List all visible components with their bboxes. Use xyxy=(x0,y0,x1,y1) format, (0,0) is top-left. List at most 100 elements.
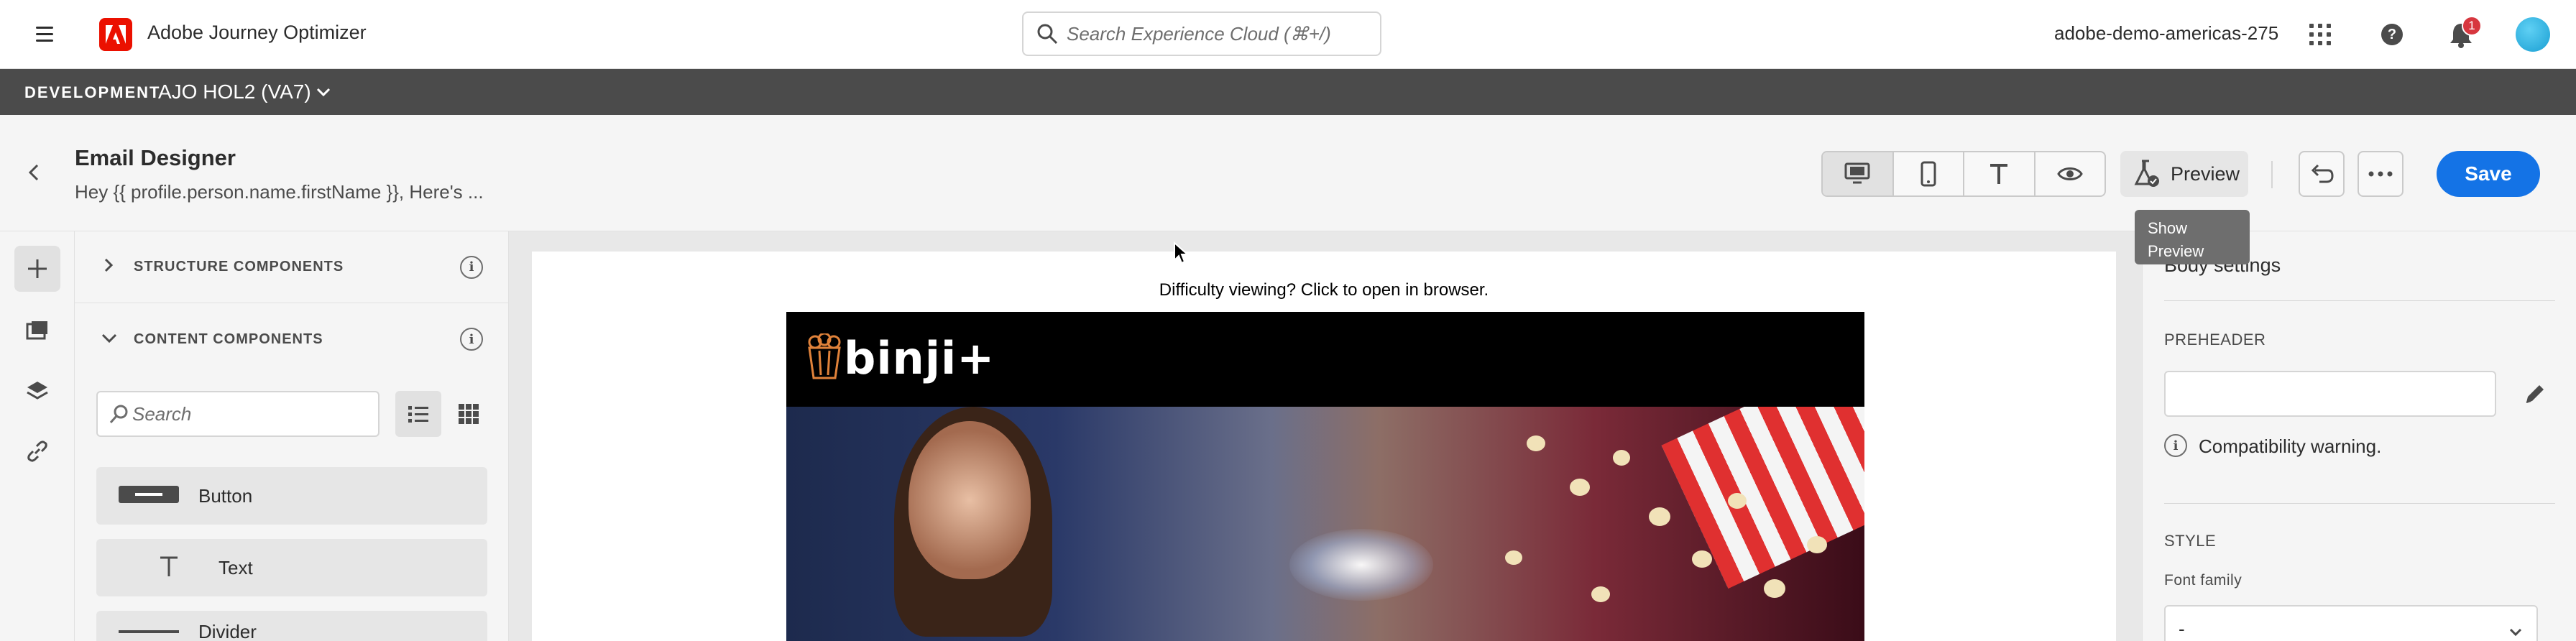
popcorn-kernel xyxy=(1591,586,1610,602)
sandbox-name[interactable]: AJO HOL2 (VA7) xyxy=(158,80,311,103)
org-switcher[interactable]: adobe-demo-americas-275 xyxy=(2054,22,2278,45)
popcorn-kernel xyxy=(1807,536,1827,553)
popcorn-kernel xyxy=(1649,507,1670,526)
text-icon xyxy=(1990,164,2008,184)
menu-icon[interactable] xyxy=(36,23,58,45)
app-name[interactable]: Adobe Journey Optimizer xyxy=(147,22,367,44)
undo-icon xyxy=(2311,164,2334,183)
popcorn-kernel xyxy=(1527,435,1545,451)
back-arrow-icon[interactable] xyxy=(24,162,45,186)
compatibility-warning: Compatibility warning. xyxy=(2199,435,2382,457)
font-family-label: Font family xyxy=(2164,572,2242,589)
component-text[interactable]: Text xyxy=(96,539,487,596)
info-icon: i xyxy=(2164,434,2187,457)
view-mode-toggle xyxy=(1821,151,2106,197)
mobile-icon xyxy=(1920,161,1936,187)
links-button[interactable] xyxy=(14,428,60,474)
search-icon xyxy=(1036,23,1058,50)
email-body[interactable]: Difficulty viewing? Click to open in bro… xyxy=(532,252,2116,641)
properties-panel: Body settings PREHEADER i Compatibility … xyxy=(2142,231,2576,641)
popcorn-kernel xyxy=(1728,493,1747,509)
left-rail xyxy=(0,231,75,641)
components-panel: STRUCTURE COMPONENTS i CONTENT COMPONENT… xyxy=(75,231,509,641)
grid-icon xyxy=(459,404,479,424)
more-icon xyxy=(2368,171,2393,177)
info-icon[interactable]: i xyxy=(460,328,483,351)
desktop-icon xyxy=(1844,162,1870,184)
toolbar-divider xyxy=(2271,161,2273,188)
layers-icon xyxy=(27,382,48,400)
assets-icon xyxy=(26,321,47,340)
help-icon[interactable]: ? xyxy=(2381,24,2403,45)
text-view-button[interactable] xyxy=(1964,152,2036,195)
popcorn-bucket-icon xyxy=(806,332,842,383)
adobe-logo[interactable] xyxy=(99,18,132,51)
notification-badge: 1 xyxy=(2462,16,2482,36)
popcorn-kernel xyxy=(1613,450,1630,466)
sandbox-environment: DEVELOPMENT xyxy=(24,83,161,101)
mobile-view-button[interactable] xyxy=(1894,152,1964,195)
content-components-header[interactable]: CONTENT COMPONENTS i xyxy=(75,303,509,375)
apps-grid-icon[interactable] xyxy=(2309,24,2331,45)
popcorn-kernel xyxy=(1692,550,1712,568)
user-avatar[interactable] xyxy=(2516,17,2550,52)
mouse-cursor-icon xyxy=(1173,241,1190,268)
components-search-placeholder: Search xyxy=(132,402,192,425)
tooltip-line-2: Preview xyxy=(2148,242,2204,260)
view-in-browser-link[interactable]: Difficulty viewing? Click to open in bro… xyxy=(532,280,2116,300)
font-family-value: - xyxy=(2179,618,2185,640)
more-actions-button[interactable] xyxy=(2358,151,2404,197)
component-label: Text xyxy=(218,556,253,578)
preview-button[interactable]: Preview xyxy=(2120,151,2248,197)
page-title: Email Designer xyxy=(75,145,236,170)
preheader-input[interactable] xyxy=(2164,371,2496,417)
email-header-block[interactable]: binji+ xyxy=(786,312,1864,407)
component-divider[interactable]: Divider xyxy=(96,611,487,641)
flask-icon xyxy=(2133,160,2161,193)
desktop-view-button[interactable] xyxy=(1823,152,1894,195)
brand-logo: binji+ xyxy=(844,332,995,384)
eye-icon xyxy=(2056,167,2083,180)
hero-image[interactable] xyxy=(786,407,1864,641)
add-components-button[interactable] xyxy=(14,246,60,292)
layers-button[interactable] xyxy=(14,368,60,414)
chevron-down-icon[interactable] xyxy=(313,82,334,106)
undo-button[interactable] xyxy=(2299,151,2345,197)
list-view-button[interactable] xyxy=(395,391,441,437)
preview-label: Preview xyxy=(2171,162,2240,185)
tooltip-line-1: Show xyxy=(2148,219,2188,237)
email-subject[interactable]: Hey {{ profile.person.name.firstName }},… xyxy=(75,181,484,203)
component-label: Divider xyxy=(198,621,257,641)
sandbox-bar: DEVELOPMENT AJO HOL2 (VA7) xyxy=(0,69,2576,115)
content-components-label: CONTENT COMPONENTS xyxy=(134,331,323,347)
component-label: Button xyxy=(198,484,253,507)
style-label: STYLE xyxy=(2164,532,2217,550)
chevron-right-icon xyxy=(101,257,116,277)
component-button[interactable]: Button xyxy=(96,467,487,525)
email-canvas: Difficulty viewing? Click to open in bro… xyxy=(509,231,2142,641)
assets-button[interactable] xyxy=(14,308,60,354)
search-icon xyxy=(109,404,129,429)
preview-eye-button[interactable] xyxy=(2036,152,2105,195)
list-icon xyxy=(408,406,428,423)
info-icon[interactable]: i xyxy=(460,255,483,279)
link-icon xyxy=(27,441,47,462)
components-search-input[interactable]: Search xyxy=(96,391,380,437)
structure-components-header[interactable]: STRUCTURE COMPONENTS i xyxy=(75,231,509,303)
chevron-down-icon xyxy=(2508,622,2524,641)
save-button[interactable]: Save xyxy=(2437,151,2540,197)
text-icon xyxy=(158,555,180,581)
preview-tooltip: Show Preview xyxy=(2135,210,2250,264)
shell-header: Adobe Journey Optimizer Search Experienc… xyxy=(0,0,2576,69)
global-search-placeholder: Search Experience Cloud (⌘+/) xyxy=(1067,22,1331,45)
chevron-down-icon xyxy=(101,330,118,349)
global-search-input[interactable]: Search Experience Cloud (⌘+/) xyxy=(1022,11,1381,56)
pencil-icon[interactable] xyxy=(2524,382,2547,409)
preheader-label: PREHEADER xyxy=(2164,331,2266,349)
grid-view-button[interactable] xyxy=(446,391,492,437)
plus-icon xyxy=(28,259,47,278)
popcorn-kernel xyxy=(1570,479,1590,496)
divider xyxy=(2164,503,2555,504)
font-family-select[interactable]: - xyxy=(2164,605,2538,641)
popcorn-kernel xyxy=(1764,579,1785,598)
